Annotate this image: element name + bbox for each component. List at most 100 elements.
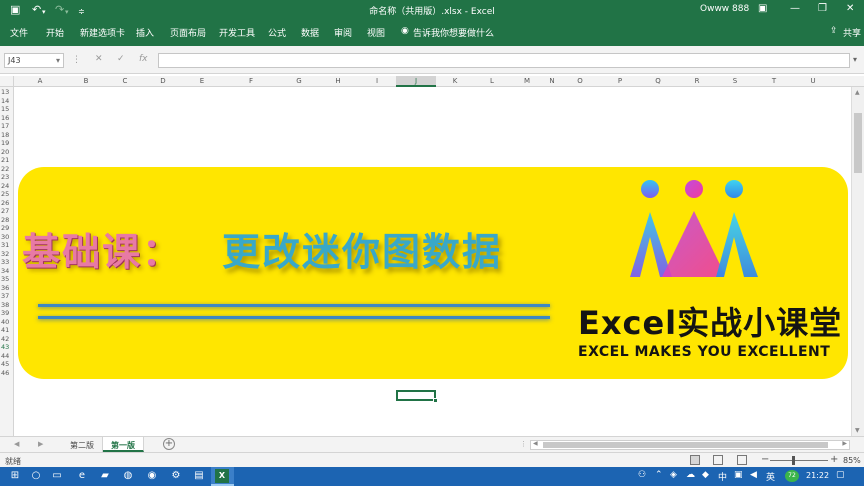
row-header-15[interactable]: 15 (1, 105, 9, 113)
column-header-o[interactable]: O (577, 77, 583, 85)
task-view-icon[interactable]: ▭ (50, 469, 64, 483)
row-header-18[interactable]: 18 (1, 131, 9, 139)
row-header-31[interactable]: 31 (1, 241, 9, 249)
column-header-d[interactable]: D (160, 77, 165, 85)
minimize-icon[interactable]: — (790, 3, 800, 14)
row-header-40[interactable]: 40 (1, 318, 9, 326)
row-header-41[interactable]: 41 (1, 326, 9, 334)
close-icon[interactable]: ✕ (846, 3, 854, 14)
row-header-26[interactable]: 26 (1, 199, 9, 207)
cancel-icon[interactable]: ✕ (95, 54, 103, 64)
row-header-38[interactable]: 38 (1, 301, 9, 309)
horizontal-scroll-thumb[interactable] (543, 442, 828, 448)
column-header-q[interactable]: Q (655, 77, 661, 85)
column-header-s[interactable]: S (733, 77, 737, 85)
tab-insert[interactable]: 插入 (136, 26, 154, 39)
settings-gear-icon[interactable]: ⚙ (169, 469, 183, 483)
column-header-n[interactable]: N (549, 77, 554, 85)
row-header-37[interactable]: 37 (1, 292, 9, 300)
tab-file[interactable]: 文件 (10, 26, 28, 39)
zoom-out-icon[interactable]: − (761, 454, 769, 465)
sheet-tab-first[interactable]: 第一版 (103, 437, 144, 452)
row-header-45[interactable]: 45 (1, 360, 9, 368)
tell-me-box[interactable]: 告诉我你想要做什么 (413, 26, 494, 39)
ribbon-display-options-icon[interactable]: ▣ (758, 3, 767, 14)
row-header-43[interactable]: 43 (1, 343, 9, 351)
insert-function-button[interactable]: fx (139, 54, 148, 64)
clock[interactable]: 21:22 (806, 471, 829, 480)
file-explorer-icon[interactable]: ▰ (98, 469, 112, 483)
name-box[interactable]: J43 ▾ (4, 53, 64, 68)
horizontal-scrollbar[interactable]: ◀ ▶ (530, 440, 850, 450)
column-header-f[interactable]: F (249, 77, 253, 85)
scroll-right-icon[interactable]: ▶ (842, 440, 847, 447)
zoom-slider-thumb[interactable] (792, 456, 795, 465)
row-header-14[interactable]: 14 (1, 97, 9, 105)
column-header-l[interactable]: L (490, 77, 494, 85)
row-header-36[interactable]: 36 (1, 284, 9, 292)
select-all-button[interactable] (0, 76, 14, 87)
excel-taskbar-icon[interactable]: X (215, 469, 229, 483)
tab-review[interactable]: 审阅 (334, 26, 352, 39)
temperature-badge[interactable]: 72 (785, 470, 799, 482)
formula-input[interactable] (158, 53, 850, 68)
tab-formulas[interactable]: 公式 (268, 26, 286, 39)
column-header-b[interactable]: B (84, 77, 89, 85)
scroll-down-icon[interactable]: ▼ (855, 427, 860, 434)
column-header-h[interactable]: H (335, 77, 340, 85)
zoom-slider-track[interactable] (770, 460, 828, 461)
tray-app-icon[interactable]: ◈ (670, 470, 677, 480)
row-header-33[interactable]: 33 (1, 258, 9, 266)
expand-formula-bar-icon[interactable]: ▾ (853, 55, 857, 64)
windows-start-icon[interactable]: ⊞ (8, 469, 22, 483)
column-header-p[interactable]: P (618, 77, 622, 85)
row-header-46[interactable]: 46 (1, 369, 9, 377)
column-header-a[interactable]: A (38, 77, 43, 85)
row-header-23[interactable]: 23 (1, 173, 9, 181)
row-header-35[interactable]: 35 (1, 275, 9, 283)
vertical-scroll-thumb[interactable] (854, 113, 862, 173)
course-banner-image[interactable]: 基础课： 更改迷你图数据 Excel实战小课堂 EXCEL MAKES YOU … (18, 167, 848, 379)
row-header-24[interactable]: 24 (1, 182, 9, 190)
selected-cell-j43[interactable] (396, 390, 438, 403)
row-header-32[interactable]: 32 (1, 250, 9, 258)
row-header-22[interactable]: 22 (1, 165, 9, 173)
enter-icon[interactable]: ✓ (117, 54, 125, 64)
vertical-scrollbar[interactable]: ▲ ▼ (851, 87, 864, 436)
row-header-39[interactable]: 39 (1, 309, 9, 317)
notes-app-icon[interactable]: ▤ (192, 469, 206, 483)
share-button[interactable]: 共享 (843, 26, 861, 39)
page-break-preview-icon[interactable] (737, 455, 747, 465)
row-header-16[interactable]: 16 (1, 114, 9, 122)
row-header-21[interactable]: 21 (1, 156, 9, 164)
column-header-u[interactable]: U (810, 77, 815, 85)
row-header-29[interactable]: 29 (1, 224, 9, 232)
row-header-42[interactable]: 42 (1, 335, 9, 343)
row-header-34[interactable]: 34 (1, 267, 9, 275)
scroll-left-icon[interactable]: ◀ (533, 440, 538, 447)
restore-icon[interactable]: ❐ (818, 3, 827, 14)
scroll-sheets-left-icon[interactable]: ◀ (14, 440, 19, 448)
scroll-up-icon[interactable]: ▲ (855, 89, 860, 96)
row-header-19[interactable]: 19 (1, 139, 9, 147)
user-name[interactable]: Owww 888 (700, 4, 749, 14)
tab-new-tab[interactable]: 新建选项卡 (80, 26, 125, 39)
column-header-g[interactable]: G (296, 77, 301, 85)
input-language-icon[interactable]: 英 (766, 470, 775, 483)
row-header-30[interactable]: 30 (1, 233, 9, 241)
column-header-e[interactable]: E (200, 77, 204, 85)
tray-security-icon[interactable]: ◆ (702, 470, 709, 480)
tray-cloud-icon[interactable]: ☁ (686, 470, 695, 480)
tab-page-layout[interactable]: 页面布局 (170, 26, 206, 39)
sheet-tab-second[interactable]: 第二版 (62, 437, 103, 452)
fill-handle[interactable] (433, 398, 438, 403)
zoom-level[interactable]: 85% (843, 456, 861, 465)
tray-expand-icon[interactable]: ⌃ (655, 470, 663, 480)
row-header-13[interactable]: 13 (1, 88, 9, 96)
browser-icon[interactable]: ◉ (145, 469, 159, 483)
row-header-44[interactable]: 44 (1, 352, 9, 360)
column-header-c[interactable]: C (123, 77, 128, 85)
page-layout-view-icon[interactable] (713, 455, 723, 465)
scroll-sheets-right-icon[interactable]: ▶ (38, 440, 43, 448)
input-method-icon[interactable]: 中 (718, 470, 727, 483)
